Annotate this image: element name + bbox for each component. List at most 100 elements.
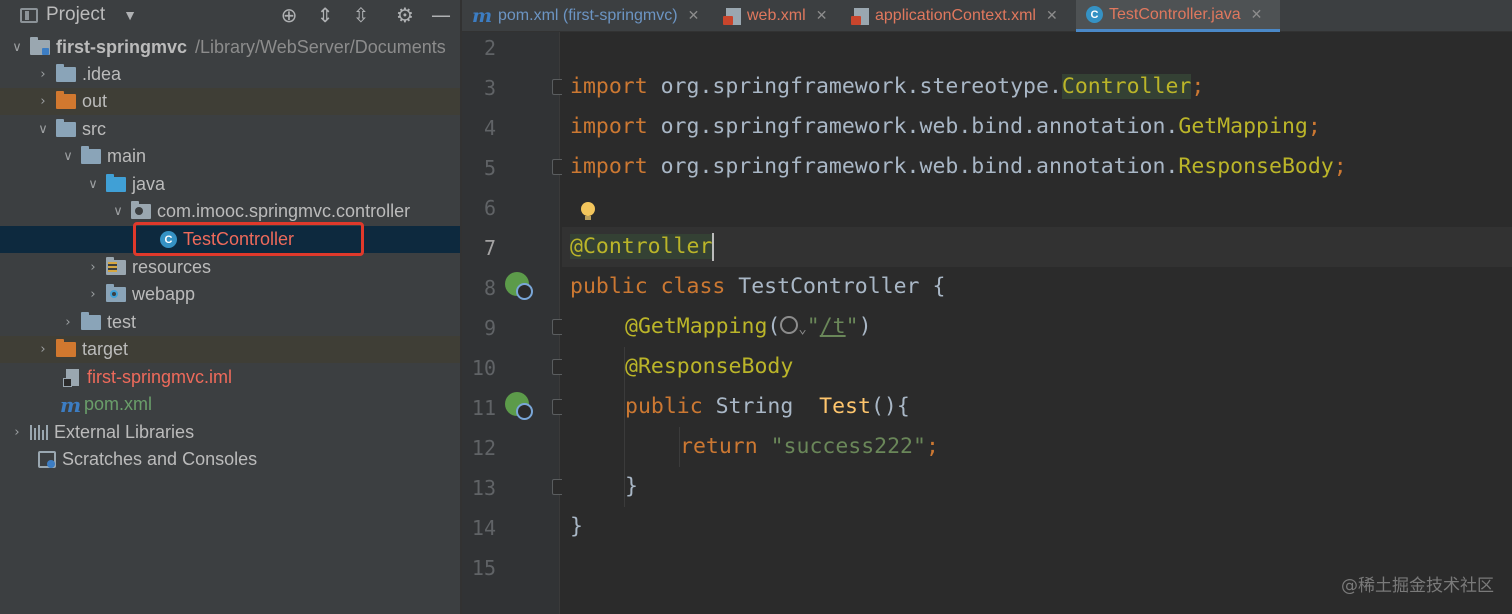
chevron-right-icon[interactable]: ›	[36, 342, 50, 357]
tree-item-label: TestController	[183, 229, 295, 249]
line-number: 4	[483, 116, 496, 140]
chevron-right-icon[interactable]: ›	[86, 287, 100, 302]
tree-item-label: first-springmvc.iml	[87, 367, 233, 387]
java-class-icon: C	[1086, 6, 1103, 23]
xml-file-icon	[723, 7, 741, 25]
code-line-5: import org.springframework.web.bind.anno…	[570, 154, 1347, 179]
chevron-down-icon[interactable]: ∨	[36, 122, 50, 137]
tree-item-first-springmvc[interactable]: ∨ first-springmvc /Library/WebServer/Doc…	[0, 34, 460, 61]
tree-item-external-libraries[interactable]: › External Libraries	[0, 419, 460, 446]
code-line-7: @Controller	[570, 233, 715, 261]
chevron-right-icon[interactable]: ›	[61, 315, 75, 330]
line-number: 14	[471, 516, 496, 540]
tree-item-label: Scratches and Consoles	[62, 449, 258, 469]
tab-testcontroller[interactable]: C TestController.java ✕	[1076, 0, 1280, 32]
tree-item-webapp[interactable]: › webapp	[0, 281, 460, 308]
chevron-right-icon[interactable]: ›	[86, 260, 100, 275]
project-toolbar: Project ▼ ⊕ ⇕ ⇳ ⚙ —	[0, 0, 460, 30]
folder-icon	[56, 119, 76, 137]
line-number: 10	[471, 356, 496, 380]
tree-item-label: pom.xml	[84, 394, 153, 414]
line-number: 2	[483, 36, 496, 60]
source-folder-icon	[106, 174, 126, 192]
code-line-10: @ResponseBody	[625, 354, 794, 379]
line-number: 5	[483, 156, 496, 180]
expand-all-icon[interactable]: ⇕	[312, 2, 338, 28]
chevron-down-icon[interactable]: ∨	[111, 204, 125, 219]
iml-file-icon	[63, 369, 79, 387]
tree-item-target[interactable]: › target	[0, 336, 460, 363]
tree-item-iml[interactable]: first-springmvc.iml	[0, 364, 460, 391]
tab-web-xml[interactable]: web.xml ✕	[716, 0, 841, 32]
tree-item-test[interactable]: › test	[0, 309, 460, 336]
tab-label: pom.xml (first-springmvc)	[498, 7, 678, 24]
xml-file-icon	[851, 7, 869, 25]
chevron-right-icon[interactable]: ›	[36, 67, 50, 82]
close-icon[interactable]: ✕	[816, 8, 828, 24]
tree-item-main[interactable]: ∨ main	[0, 143, 460, 170]
chevron-down-icon[interactable]: ∨	[10, 40, 24, 55]
excluded-folder-icon	[56, 91, 76, 109]
project-view-selector[interactable]: Project ▼	[20, 3, 137, 27]
tree-item-label: webapp	[132, 284, 196, 304]
resources-folder-icon	[106, 257, 126, 275]
excluded-folder-icon	[56, 339, 76, 357]
code-line-9: @GetMapping(⌄"/t")	[625, 314, 872, 339]
globe-icon[interactable]	[780, 316, 799, 334]
locate-icon[interactable]: ⊕	[276, 2, 302, 28]
tree-item-label: java	[132, 174, 166, 194]
tree-item-src[interactable]: ∨ src	[0, 116, 460, 143]
line-number: 6	[483, 196, 496, 220]
scratches-icon	[38, 451, 56, 468]
spring-bean-icon[interactable]	[505, 272, 533, 300]
close-icon[interactable]: ✕	[1251, 7, 1263, 23]
editor-gutter: 2 3 4 5 6 7 8 9 10 11 12 13 14 15	[462, 32, 566, 614]
chevron-right-icon[interactable]: ›	[36, 94, 50, 109]
java-class-icon: C	[160, 231, 177, 248]
tree-item-label: resources	[132, 257, 212, 277]
module-folder-icon	[30, 37, 50, 55]
maven-icon: m	[60, 392, 82, 417]
tree-item-resources[interactable]: › resources	[0, 254, 460, 281]
chevron-down-icon[interactable]: ∨	[61, 149, 75, 164]
tree-item-scratches[interactable]: Scratches and Consoles	[0, 446, 460, 473]
tree-item-pom[interactable]: m pom.xml	[0, 391, 460, 418]
gear-icon[interactable]: ⚙	[392, 2, 418, 28]
tree-item-java[interactable]: ∨ java	[0, 171, 460, 198]
code-line-11: public String Test(){	[625, 394, 910, 419]
tab-application-context[interactable]: applicationContext.xml ✕	[844, 0, 1074, 32]
code-line-8: public class TestController {	[570, 274, 946, 299]
package-icon	[131, 201, 151, 219]
tree-item-package[interactable]: ∨ com.imooc.springmvc.controller	[0, 198, 460, 225]
tree-item-label: out	[82, 91, 108, 111]
collapse-all-icon[interactable]: ⇳	[348, 2, 374, 28]
close-icon[interactable]: ✕	[1046, 8, 1058, 24]
tree-item-label: External Libraries	[54, 422, 195, 442]
minimize-icon[interactable]: —	[428, 2, 454, 28]
folder-icon	[81, 312, 101, 330]
project-panel: Project ▼ ⊕ ⇕ ⇳ ⚙ — ∨ first-springmvc /L…	[0, 0, 460, 614]
tree-item-testcontroller[interactable]: C TestController	[0, 226, 460, 253]
close-icon[interactable]: ✕	[688, 8, 700, 24]
code-editor[interactable]: import org.springframework.stereotype.Co…	[562, 32, 1512, 614]
web-folder-icon	[106, 284, 126, 302]
tree-item-label: main	[107, 146, 147, 166]
tree-item-out[interactable]: › out	[0, 88, 460, 115]
chevron-right-icon[interactable]: ›	[10, 425, 24, 440]
tab-label: web.xml	[747, 7, 806, 24]
text-cursor	[712, 233, 715, 261]
project-panel-icon	[20, 7, 38, 23]
tab-pom-xml[interactable]: m pom.xml (first-springmvc) ✕	[462, 0, 714, 32]
line-number: 12	[471, 436, 496, 460]
chevron-down-icon[interactable]: ∨	[86, 177, 100, 192]
spring-request-mapping-icon[interactable]	[505, 392, 533, 420]
code-line-13: }	[625, 474, 638, 499]
intention-bulb-icon[interactable]	[580, 202, 596, 222]
code-line-4: import org.springframework.web.bind.anno…	[570, 114, 1321, 139]
chevron-down-icon[interactable]: ⌄	[798, 321, 806, 337]
line-number: 3	[483, 76, 496, 100]
tree-item-label: first-springmvc	[56, 37, 188, 57]
line-number: 9	[483, 316, 496, 340]
tree-item-idea[interactable]: › .idea	[0, 61, 460, 88]
tree-item-label: com.imooc.springmvc.controller	[157, 201, 411, 221]
